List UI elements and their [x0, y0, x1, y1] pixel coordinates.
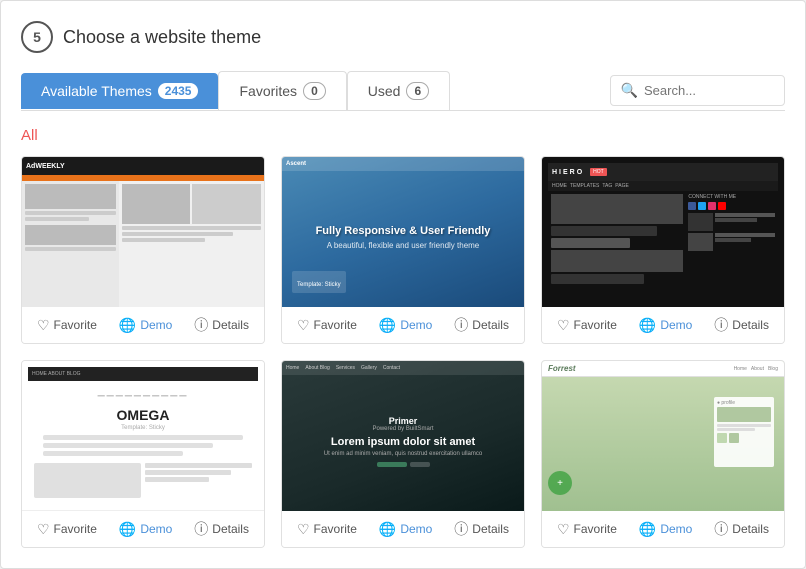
details-label: Details [732, 522, 769, 536]
globe-icon: 🌐 [119, 317, 136, 334]
theme-actions-forest: ♡ Favorite 🌐 Demo ⓘ Details [542, 511, 784, 547]
favorite-btn-omega[interactable]: ♡ Favorite [37, 521, 97, 538]
favorite-btn-weekly[interactable]: ♡ Favorite [37, 317, 97, 334]
tab-available-count: 2435 [158, 83, 199, 99]
globe-icon: 🌐 [119, 521, 136, 538]
heart-icon: ♡ [557, 521, 570, 538]
favorite-label: Favorite [314, 522, 357, 536]
theme-preview-forest: Forrest Home About Blog ● profile [542, 361, 784, 511]
theme-actions-primer: ♡ Favorite 🌐 Demo ⓘ Details [282, 511, 524, 547]
theme-card-ascent: Ascent Fully Responsive & User Friendly … [281, 156, 525, 344]
favorite-btn-primer[interactable]: ♡ Favorite [297, 521, 357, 538]
details-label: Details [472, 318, 509, 332]
ascent-nav: Ascent [282, 157, 524, 171]
demo-btn-weekly[interactable]: 🌐 Demo [119, 317, 172, 334]
info-icon: ⓘ [454, 519, 468, 539]
favorite-label: Favorite [574, 318, 617, 332]
details-label: Details [732, 318, 769, 332]
theme-card-omega: HOME ABOUT BLOG ────────── OMEGA Templat… [21, 360, 265, 548]
theme-card-primer: Home About Blog Services Gallery Contact… [281, 360, 525, 548]
favorite-btn-forest[interactable]: ♡ Favorite [557, 521, 617, 538]
demo-btn-primer[interactable]: 🌐 Demo [379, 521, 432, 538]
globe-icon: 🌐 [379, 317, 396, 334]
page-header: 5 Choose a website theme [21, 21, 785, 53]
tabs-bar: Available Themes 2435 Favorites 0 Used 6… [21, 71, 785, 111]
tab-used-label: Used [368, 83, 401, 99]
info-icon: ⓘ [454, 315, 468, 335]
tab-available-label: Available Themes [41, 83, 152, 99]
favorite-label: Favorite [54, 522, 97, 536]
details-btn-omega[interactable]: ⓘ Details [194, 519, 249, 539]
globe-icon: 🌐 [639, 521, 656, 538]
details-label: Details [212, 318, 249, 332]
demo-btn-omega[interactable]: 🌐 Demo [119, 521, 172, 538]
primer-tagline: Lorem ipsum dolor sit amet [331, 436, 475, 448]
heart-icon: ♡ [557, 317, 570, 334]
theme-actions-weekly: ♡ Favorite 🌐 Demo ⓘ Details [22, 307, 264, 343]
theme-actions-omega: ♡ Favorite 🌐 Demo ⓘ Details [22, 511, 264, 547]
details-btn-ascent[interactable]: ⓘ Details [454, 315, 509, 335]
theme-preview-omega: HOME ABOUT BLOG ────────── OMEGA Templat… [22, 361, 264, 511]
tab-used-count: 6 [406, 82, 429, 100]
demo-label: Demo [140, 522, 172, 536]
globe-icon: 🌐 [639, 317, 656, 334]
demo-label: Demo [400, 318, 432, 332]
theme-card-hiero: HIERO HOT HOME TEMPLATES TAG PAGE [541, 156, 785, 344]
theme-actions-ascent: ♡ Favorite 🌐 Demo ⓘ Details [282, 307, 524, 343]
demo-btn-hiero[interactable]: 🌐 Demo [639, 317, 692, 334]
step-number: 5 [33, 29, 41, 45]
theme-preview-hiero: HIERO HOT HOME TEMPLATES TAG PAGE [542, 157, 784, 307]
favorite-label: Favorite [314, 318, 357, 332]
demo-label: Demo [660, 318, 692, 332]
heart-icon: ♡ [37, 317, 50, 334]
theme-card-forest: Forrest Home About Blog ● profile [541, 360, 785, 548]
details-btn-primer[interactable]: ⓘ Details [454, 519, 509, 539]
theme-preview-ascent: Ascent Fully Responsive & User Friendly … [282, 157, 524, 307]
main-container: 5 Choose a website theme Available Theme… [0, 0, 806, 569]
section-label: All [21, 127, 785, 144]
theme-actions-hiero: ♡ Favorite 🌐 Demo ⓘ Details [542, 307, 784, 343]
demo-label: Demo [660, 522, 692, 536]
tab-favorites-count: 0 [303, 82, 326, 100]
search-icon: 🔍 [621, 82, 638, 99]
info-icon: ⓘ [714, 519, 728, 539]
theme-preview-weekly: AdWEEKLY [22, 157, 264, 307]
tab-available[interactable]: Available Themes 2435 [21, 73, 218, 109]
tab-favorites[interactable]: Favorites 0 [218, 71, 346, 110]
heart-icon: ♡ [297, 317, 310, 334]
details-label: Details [472, 522, 509, 536]
step-indicator: 5 [21, 21, 53, 53]
favorite-label: Favorite [54, 318, 97, 332]
ascent-sub: A beautiful, flexible and user friendly … [316, 241, 491, 250]
demo-btn-ascent[interactable]: 🌐 Demo [379, 317, 432, 334]
search-input[interactable] [644, 83, 774, 98]
globe-icon: 🌐 [379, 521, 396, 538]
favorite-label: Favorite [574, 522, 617, 536]
themes-grid: AdWEEKLY [21, 156, 785, 548]
demo-label: Demo [140, 318, 172, 332]
demo-btn-forest[interactable]: 🌐 Demo [639, 521, 692, 538]
search-box: 🔍 [610, 75, 785, 106]
heart-icon: ♡ [37, 521, 50, 538]
details-btn-hiero[interactable]: ⓘ Details [714, 315, 769, 335]
details-btn-forest[interactable]: ⓘ Details [714, 519, 769, 539]
info-icon: ⓘ [714, 315, 728, 335]
tab-used[interactable]: Used 6 [347, 71, 450, 110]
theme-card-weekly: AdWEEKLY [21, 156, 265, 344]
demo-label: Demo [400, 522, 432, 536]
favorite-btn-ascent[interactable]: ♡ Favorite [297, 317, 357, 334]
details-label: Details [212, 522, 249, 536]
heart-icon: ♡ [297, 521, 310, 538]
theme-preview-primer: Home About Blog Services Gallery Contact… [282, 361, 524, 511]
details-btn-weekly[interactable]: ⓘ Details [194, 315, 249, 335]
tab-favorites-label: Favorites [239, 83, 297, 99]
info-icon: ⓘ [194, 315, 208, 335]
favorite-btn-hiero[interactable]: ♡ Favorite [557, 317, 617, 334]
page-title: Choose a website theme [63, 27, 261, 48]
ascent-tagline: Fully Responsive & User Friendly [316, 225, 491, 237]
info-icon: ⓘ [194, 519, 208, 539]
